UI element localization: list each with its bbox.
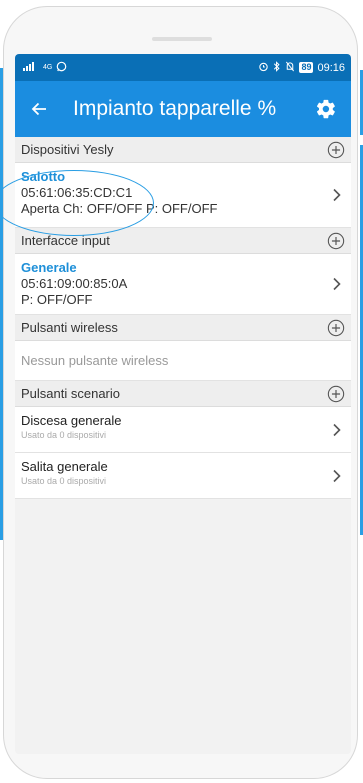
scenario-name: Discesa generale xyxy=(21,413,122,428)
device-mac: 05:61:06:35:CD:C1 xyxy=(21,185,133,200)
section-title-wireless: Pulsanti wireless xyxy=(21,320,118,335)
whatsapp-icon xyxy=(56,61,67,75)
status-bar: 4G 89 09:16 xyxy=(15,54,351,81)
clock-text: 09:16 xyxy=(317,61,345,74)
battery-indicator: 89 xyxy=(299,62,314,73)
input-row-generale[interactable]: Generale 05:61:09:00:85:0A P: OFF/OFF xyxy=(15,254,351,315)
page-title: Impianto tapparelle % xyxy=(73,97,277,120)
scenario-usage: Usato da 0 dispositivi xyxy=(21,430,107,440)
app-bar: Impianto tapparelle % xyxy=(15,81,351,137)
scenario-usage: Usato da 0 dispositivi xyxy=(21,476,107,486)
add-circle-icon[interactable] xyxy=(327,319,345,337)
alarm-icon xyxy=(258,61,269,75)
section-title-scenario: Pulsanti scenario xyxy=(21,386,120,401)
section-title-inputs: Interfacce input xyxy=(21,233,110,248)
bluetooth-icon xyxy=(273,60,281,75)
section-header-scenario: Pulsanti scenario xyxy=(15,381,351,407)
wireless-empty-text: Nessun pulsante wireless xyxy=(21,353,169,368)
status-right: 89 09:16 xyxy=(258,60,345,75)
back-arrow-icon xyxy=(31,102,46,116)
section-header-yesly: Dispositivi Yesly xyxy=(15,137,351,163)
mute-icon xyxy=(285,61,295,75)
wireless-empty-row: Nessun pulsante wireless xyxy=(15,341,351,381)
add-circle-icon[interactable] xyxy=(327,141,345,159)
chevron-right-icon xyxy=(333,188,341,202)
status-left: 4G xyxy=(23,61,67,75)
section-header-wireless: Pulsanti wireless xyxy=(15,315,351,341)
gear-icon xyxy=(316,99,335,119)
chevron-right-icon xyxy=(333,469,341,482)
phone-speaker xyxy=(152,37,212,41)
phone-frame: 4G 89 09:16 Impianto tapparelle % Dispos… xyxy=(3,6,358,779)
section-header-inputs: Interfacce input xyxy=(15,228,351,254)
device-name: Salotto xyxy=(21,169,66,184)
input-name: Generale xyxy=(21,260,77,275)
add-circle-icon[interactable] xyxy=(327,232,345,250)
app-screen: 4G 89 09:16 Impianto tapparelle % Dispos… xyxy=(15,54,351,754)
back-button[interactable] xyxy=(23,93,55,125)
device-status: Aperta Ch: OFF/OFF P: OFF/OFF xyxy=(21,201,218,216)
scenario-row-discesa[interactable]: Discesa generale Usato da 0 dispositivi xyxy=(15,407,351,453)
scenario-name: Salita generale xyxy=(21,459,108,474)
chevron-right-icon xyxy=(333,423,341,436)
device-row-salotto[interactable]: Salotto 05:61:06:35:CD:C1 Aperta Ch: OFF… xyxy=(15,163,351,228)
signal-icon xyxy=(23,61,39,74)
section-title-yesly: Dispositivi Yesly xyxy=(21,142,114,157)
scenario-row-salita[interactable]: Salita generale Usato da 0 dispositivi xyxy=(15,453,351,499)
add-circle-icon[interactable] xyxy=(327,385,345,403)
input-status: P: OFF/OFF xyxy=(21,292,93,307)
chevron-right-icon xyxy=(333,277,341,291)
settings-button[interactable] xyxy=(311,94,341,124)
input-mac: 05:61:09:00:85:0A xyxy=(21,276,128,291)
network-type-text: 4G xyxy=(43,64,53,71)
